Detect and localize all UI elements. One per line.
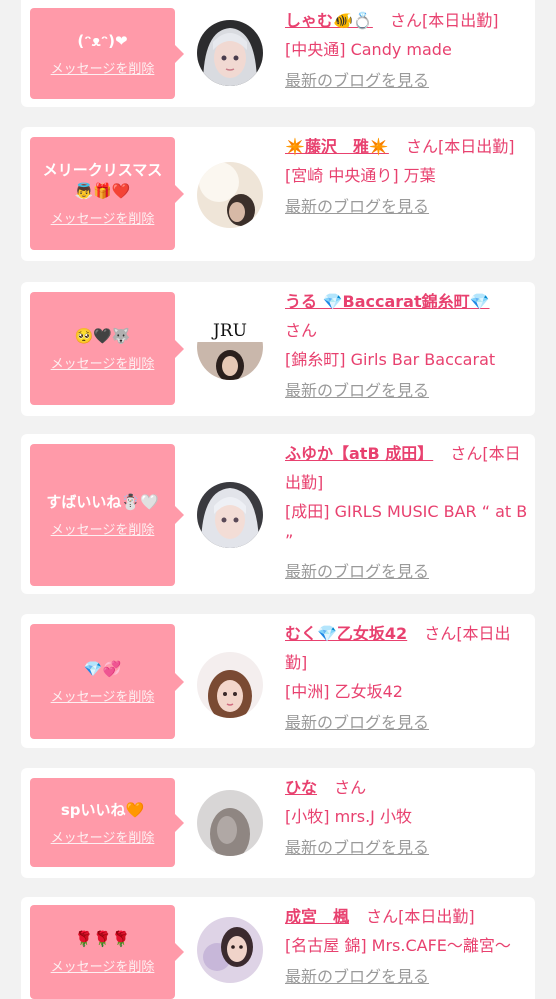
san-label: さん bbox=[450, 444, 483, 463]
avatar[interactable] bbox=[197, 20, 263, 86]
avatar[interactable] bbox=[197, 482, 263, 548]
cast-info: うる 💎Baccarat錦糸町💎 さん [錦糸町] Girls Bar Bacc… bbox=[285, 287, 529, 405]
avatar-logo-text: JRU bbox=[211, 321, 247, 341]
message-text: 🌹🌹🌹 bbox=[74, 930, 131, 948]
status-text: [本日出勤] bbox=[421, 11, 499, 30]
message-text: メリークリスマス👼🎁❤️ bbox=[42, 161, 163, 200]
cast-info: 成宮 楓 さん[本日出勤] [名古屋 錦] Mrs.CAFE〜離宮〜 最新のブロ… bbox=[285, 902, 529, 991]
message-bubble: 💎💞 メッセージを削除 bbox=[30, 624, 184, 739]
delete-message-link[interactable]: メッセージを削除 bbox=[51, 353, 155, 372]
cast-info: むく💎乙女坂42 さん[本日出勤] [中洲] 乙女坂42 最新のブログを見る bbox=[285, 619, 529, 737]
message-list: (ᵔᴥᵔ)❤ メッセージを削除 しゃむ🐠💍 さん[本日出勤] [中央通] Can… bbox=[0, 0, 556, 999]
delete-message-link[interactable]: メッセージを削除 bbox=[51, 519, 155, 538]
message-card: 💎💞 メッセージを削除 むく💎乙女坂42 さん[本日出勤] [中洲] 乙女坂42… bbox=[21, 614, 535, 748]
message-bubble: (ᵔᴥᵔ)❤ メッセージを削除 bbox=[30, 8, 184, 99]
cast-name-link[interactable]: ✴️藤沢 雅✴️ bbox=[285, 137, 389, 156]
message-bubble: すばいいね☃️🤍 メッセージを削除 bbox=[30, 444, 184, 586]
latest-blog-link[interactable]: 最新のブログを見る bbox=[285, 833, 429, 862]
delete-message-link[interactable]: メッセージを削除 bbox=[51, 827, 155, 846]
status-text: [本日出勤] bbox=[437, 137, 515, 156]
shop-text: [錦糸町] Girls Bar Baccarat bbox=[285, 350, 496, 369]
avatar[interactable] bbox=[197, 790, 263, 856]
message-text: すばいいね☃️🤍 bbox=[46, 493, 159, 511]
cast-info: ひな さん [小牧] mrs.J 小牧 最新のブログを見る bbox=[285, 773, 529, 862]
message-card: 🌹🌹🌹 メッセージを削除 成宮 楓 さん[本日出勤] [名古屋 錦] Mrs.C… bbox=[21, 897, 535, 999]
avatar[interactable] bbox=[197, 652, 263, 718]
cast-name-link[interactable]: しゃむ🐠💍 bbox=[285, 11, 373, 30]
san-label: さん bbox=[366, 907, 399, 926]
cast-info: しゃむ🐠💍 さん[本日出勤] [中央通] Candy made 最新のブログを見… bbox=[285, 6, 529, 95]
delete-message-link[interactable]: メッセージを削除 bbox=[51, 58, 155, 77]
cast-name-link[interactable]: 成宮 楓 bbox=[285, 907, 349, 926]
message-card: メリークリスマス👼🎁❤️ メッセージを削除 ✴️藤沢 雅✴️ さん[本日出勤] … bbox=[21, 127, 535, 261]
cast-name-link[interactable]: むく💎乙女坂42 bbox=[285, 624, 407, 643]
san-label: さん bbox=[424, 624, 457, 643]
status-text: [本日出勤] bbox=[398, 907, 475, 926]
cast-name-link[interactable]: ひな bbox=[285, 778, 317, 797]
message-text: (ᵔᴥᵔ)❤ bbox=[77, 31, 128, 50]
san-label: さん bbox=[285, 321, 318, 340]
message-bubble: メリークリスマス👼🎁❤️ メッセージを削除 bbox=[30, 137, 184, 250]
shop-text: [小牧] mrs.J 小牧 bbox=[285, 807, 412, 826]
message-card: 🥺🖤🐺 メッセージを削除 JRU うる 💎Baccarat錦糸町💎 さん [錦糸… bbox=[21, 282, 535, 416]
shop-text: [中洲] 乙女坂42 bbox=[285, 682, 403, 701]
cast-name-link[interactable]: うる 💎Baccarat錦糸町💎 bbox=[285, 292, 490, 311]
message-bubble: spいいね🧡 メッセージを削除 bbox=[30, 778, 184, 867]
latest-blog-link[interactable]: 最新のブログを見る bbox=[285, 192, 429, 221]
san-label: さん bbox=[334, 778, 367, 797]
delete-message-link[interactable]: メッセージを削除 bbox=[51, 208, 155, 227]
shop-text: [名古屋 錦] Mrs.CAFE〜離宮〜 bbox=[285, 936, 511, 955]
delete-message-link[interactable]: メッセージを削除 bbox=[51, 686, 155, 705]
message-bubble: 🥺🖤🐺 メッセージを削除 bbox=[30, 292, 184, 405]
message-card: (ᵔᴥᵔ)❤ メッセージを削除 しゃむ🐠💍 さん[本日出勤] [中央通] Can… bbox=[21, 0, 535, 107]
san-label: さん bbox=[389, 11, 422, 30]
latest-blog-link[interactable]: 最新のブログを見る bbox=[285, 557, 429, 586]
cast-info: ふゆか【atB 成田】 さん[本日出勤] [成田] GIRLS MUSIC BA… bbox=[285, 439, 529, 586]
message-text: 💎💞 bbox=[83, 659, 122, 678]
shop-text: [宮崎 中央通り] 万葉 bbox=[285, 166, 436, 185]
avatar[interactable] bbox=[197, 162, 263, 228]
latest-blog-link[interactable]: 最新のブログを見る bbox=[285, 66, 429, 95]
message-text: spいいね🧡 bbox=[60, 800, 145, 819]
cast-info: ✴️藤沢 雅✴️ さん[本日出勤] [宮崎 中央通り] 万葉 最新のブログを見る bbox=[285, 132, 529, 221]
avatar[interactable]: JRU bbox=[197, 314, 263, 380]
latest-blog-link[interactable]: 最新のブログを見る bbox=[285, 708, 429, 737]
message-card: すばいいね☃️🤍 メッセージを削除 ふゆか【atB 成田】 さん[本日出勤] [… bbox=[21, 434, 535, 594]
message-text: 🥺🖤🐺 bbox=[74, 326, 131, 345]
message-bubble: 🌹🌹🌹 メッセージを削除 bbox=[30, 905, 184, 999]
latest-blog-link[interactable]: 最新のブログを見る bbox=[285, 962, 429, 991]
delete-message-link[interactable]: メッセージを削除 bbox=[51, 956, 155, 975]
avatar[interactable] bbox=[197, 917, 263, 983]
latest-blog-link[interactable]: 最新のブログを見る bbox=[285, 376, 429, 405]
san-label: さん bbox=[405, 137, 438, 156]
shop-text: [中央通] Candy made bbox=[285, 40, 452, 59]
cast-name-link[interactable]: ふゆか【atB 成田】 bbox=[285, 444, 433, 463]
shop-text: [成田] GIRLS MUSIC BAR “ at B ” bbox=[285, 502, 528, 550]
message-card: spいいね🧡 メッセージを削除 ひな さん [小牧] mrs.J 小牧 最新のブ… bbox=[21, 768, 535, 878]
